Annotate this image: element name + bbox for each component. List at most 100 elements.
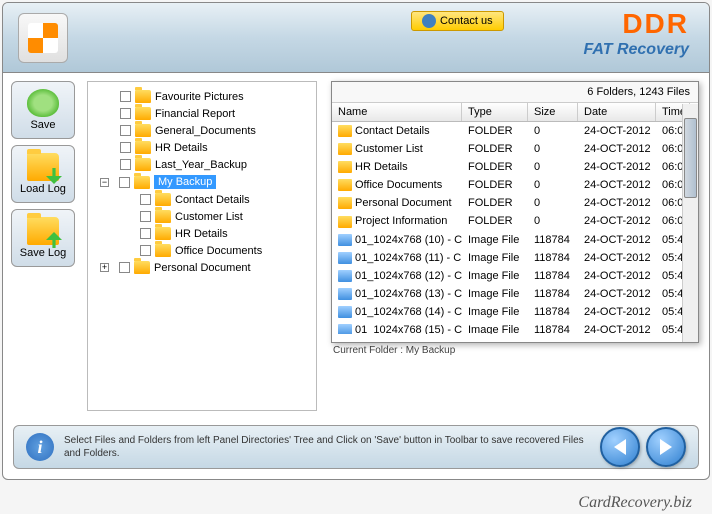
logo-icon: [28, 23, 58, 53]
checkbox[interactable]: [140, 194, 151, 205]
folder-icon: [135, 90, 151, 103]
arrow-right-icon: [660, 439, 672, 455]
save-label: Save: [30, 119, 55, 131]
tree-item[interactable]: Financial Report: [90, 105, 314, 122]
tree-item[interactable]: + Personal Document: [90, 259, 314, 276]
image-icon: [338, 288, 352, 300]
tree-label: HR Details: [155, 142, 208, 154]
down-arrow-icon: [46, 232, 62, 248]
file-list-panel: 6 Folders, 1243 Files Name Type Size Dat…: [331, 81, 699, 343]
folder-icon: [338, 197, 352, 209]
file-row[interactable]: Personal DocumentFOLDER024-OCT-201206:00: [332, 194, 698, 212]
tree-item[interactable]: −My Backup: [90, 173, 314, 191]
file-list-header: Name Type Size Date Time: [332, 103, 698, 122]
image-icon: [338, 324, 352, 334]
folder-icon: [338, 125, 352, 137]
folder-icon: [338, 161, 352, 173]
image-icon: [338, 252, 352, 264]
save-log-label: Save Log: [20, 247, 66, 259]
image-icon: [338, 270, 352, 282]
load-log-button[interactable]: Load Log: [11, 145, 75, 203]
tree-label: Contact Details: [175, 194, 250, 206]
checkbox[interactable]: [120, 125, 131, 136]
folder-icon: [155, 227, 171, 240]
prev-button[interactable]: [600, 427, 640, 467]
file-row[interactable]: 01_1024x768 (14) - C...Image File1187842…: [332, 303, 698, 321]
file-row[interactable]: 01_1024x768 (15) - C...Image File1187842…: [332, 321, 698, 334]
expand-icon[interactable]: +: [100, 263, 109, 272]
footer-hint: Select Files and Folders from left Panel…: [64, 434, 590, 460]
file-row[interactable]: 01_1024x768 (13) - C...Image File1187842…: [332, 285, 698, 303]
file-row[interactable]: 01_1024x768 (11) - C...Image File1187842…: [332, 249, 698, 267]
contact-us-button[interactable]: Contact us: [411, 11, 504, 31]
tree-item[interactable]: General_Documents: [90, 122, 314, 139]
checkbox[interactable]: [120, 159, 131, 170]
tree-label: Favourite Pictures: [155, 91, 244, 103]
file-row[interactable]: Office DocumentsFOLDER024-OCT-201206:00: [332, 176, 698, 194]
tree-label: Office Documents: [175, 245, 262, 257]
tree-item[interactable]: Customer List: [90, 208, 314, 225]
load-log-label: Load Log: [20, 183, 66, 195]
toolbar: Save Load Log Save Log: [3, 73, 83, 419]
folder-icon: [155, 193, 171, 206]
checkbox[interactable]: [119, 177, 130, 188]
col-type[interactable]: Type: [462, 103, 528, 121]
tree-item[interactable]: Favourite Pictures: [90, 88, 314, 105]
app-logo: [18, 13, 68, 63]
checkbox[interactable]: [140, 245, 151, 256]
arrow-left-icon: [614, 439, 626, 455]
tree-label: General_Documents: [155, 125, 256, 137]
checkbox[interactable]: [120, 91, 131, 102]
app-subtitle: FAT Recovery: [583, 41, 689, 59]
info-icon: i: [26, 433, 54, 461]
file-row[interactable]: HR DetailsFOLDER024-OCT-201206:00: [332, 158, 698, 176]
checkbox[interactable]: [140, 228, 151, 239]
checkbox[interactable]: [120, 142, 131, 153]
folder-icon: [27, 153, 59, 181]
folder-icon: [338, 143, 352, 155]
folder-icon: [135, 141, 151, 154]
scroll-thumb[interactable]: [684, 118, 697, 198]
next-button[interactable]: [646, 427, 686, 467]
image-icon: [338, 306, 352, 318]
file-row[interactable]: 01_1024x768 (10) - C...Image File1187842…: [332, 231, 698, 249]
tree-label: Customer List: [175, 211, 243, 223]
checkbox[interactable]: [119, 262, 130, 273]
save-button[interactable]: Save: [11, 81, 75, 139]
folder-icon: [155, 244, 171, 257]
save-log-button[interactable]: Save Log: [11, 209, 75, 267]
contact-label: Contact us: [440, 15, 493, 27]
col-name[interactable]: Name: [332, 103, 462, 121]
watermark: CardRecovery.biz: [578, 494, 692, 512]
collapse-icon[interactable]: −: [100, 178, 109, 187]
col-size[interactable]: Size: [528, 103, 578, 121]
header: Contact us DDR FAT Recovery: [3, 3, 709, 73]
app-window: Contact us DDR FAT Recovery Save Load Lo…: [2, 2, 710, 480]
image-icon: [338, 234, 352, 246]
file-row[interactable]: Contact DetailsFOLDER024-OCT-201206:00: [332, 122, 698, 140]
checkbox[interactable]: [120, 108, 131, 119]
tree-item[interactable]: HR Details: [90, 139, 314, 156]
checkbox[interactable]: [140, 211, 151, 222]
tree-item[interactable]: Office Documents: [90, 242, 314, 259]
person-icon: [422, 14, 436, 28]
footer-bar: i Select Files and Folders from left Pan…: [13, 425, 699, 469]
folder-icon: [135, 158, 151, 171]
file-row[interactable]: Project InformationFOLDER024-OCT-201206:…: [332, 212, 698, 230]
nav-buttons: [600, 427, 686, 467]
directory-tree[interactable]: Favourite Pictures Financial Report Genera…: [87, 81, 317, 411]
file-summary: 6 Folders, 1243 Files: [332, 82, 698, 103]
tree-item[interactable]: Contact Details: [90, 191, 314, 208]
col-date[interactable]: Date: [578, 103, 656, 121]
tree-item[interactable]: Last_Year_Backup: [90, 156, 314, 173]
folder-icon: [27, 217, 59, 245]
file-row[interactable]: Customer ListFOLDER024-OCT-201206:00: [332, 140, 698, 158]
file-rows[interactable]: Contact DetailsFOLDER024-OCT-201206:00Cu…: [332, 122, 698, 334]
file-row[interactable]: 01_1024x768 (12) - C...Image File1187842…: [332, 267, 698, 285]
folder-icon: [134, 261, 150, 274]
folder-icon: [135, 107, 151, 120]
tree-label: Financial Report: [155, 108, 235, 120]
tree-item[interactable]: HR Details: [90, 225, 314, 242]
tree-label: Personal Document: [154, 262, 251, 274]
scrollbar[interactable]: [682, 104, 698, 342]
